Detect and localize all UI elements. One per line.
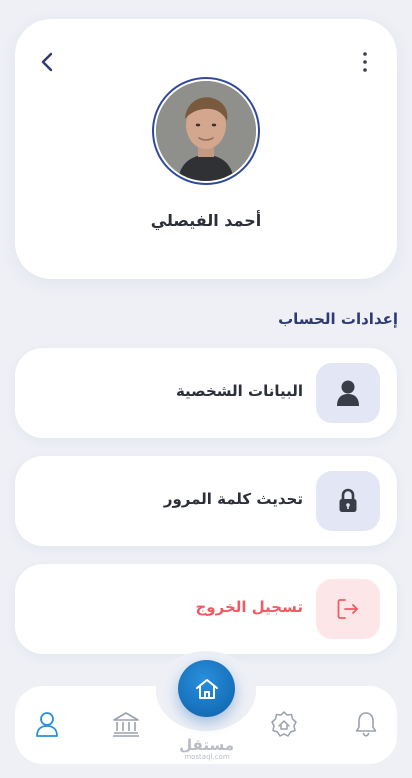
update-password-item[interactable]: تحديث كلمة المرور	[15, 456, 397, 546]
logout-icon-box	[316, 579, 380, 639]
back-button[interactable]	[35, 49, 59, 75]
home-icon	[195, 678, 218, 699]
section-title: إعدادات الحساب	[278, 310, 398, 328]
chevron-left-icon	[41, 52, 53, 72]
user-icon	[337, 380, 359, 406]
update-password-label: تحديث كلمة المرور	[163, 490, 303, 508]
avatar-photo	[156, 81, 256, 181]
bank-icon	[113, 712, 139, 737]
badge-settings-icon	[271, 711, 297, 737]
nav-bank-button[interactable]	[111, 709, 141, 739]
bell-icon	[355, 712, 377, 737]
watermark-arabic: مستقل	[179, 736, 234, 754]
more-vertical-icon	[363, 52, 367, 72]
avatar[interactable]	[152, 77, 260, 185]
personal-data-label: البيانات الشخصية	[175, 382, 303, 400]
profile-card: أحمد الفيصلي	[15, 19, 397, 279]
nav-profile-button[interactable]	[32, 709, 62, 739]
watermark: مستقل mostaql.com	[179, 736, 234, 762]
lock-icon	[339, 488, 357, 512]
nav-settings-button[interactable]	[269, 709, 299, 739]
user-name: أحمد الفيصلي	[150, 211, 262, 230]
personal-data-item[interactable]: البيانات الشخصية	[15, 348, 397, 438]
nav-notifications-button[interactable]	[351, 709, 381, 739]
logout-label: تسجيل الخروج	[195, 598, 304, 616]
personal-data-icon-box	[316, 363, 380, 423]
home-button[interactable]	[178, 660, 235, 717]
watermark-latin: mostaql.com	[184, 753, 230, 761]
profile-icon	[36, 712, 58, 737]
logout-item[interactable]: تسجيل الخروج	[15, 564, 397, 654]
more-options-button[interactable]	[353, 49, 377, 75]
update-password-icon-box	[316, 471, 380, 531]
logout-icon	[337, 599, 358, 619]
